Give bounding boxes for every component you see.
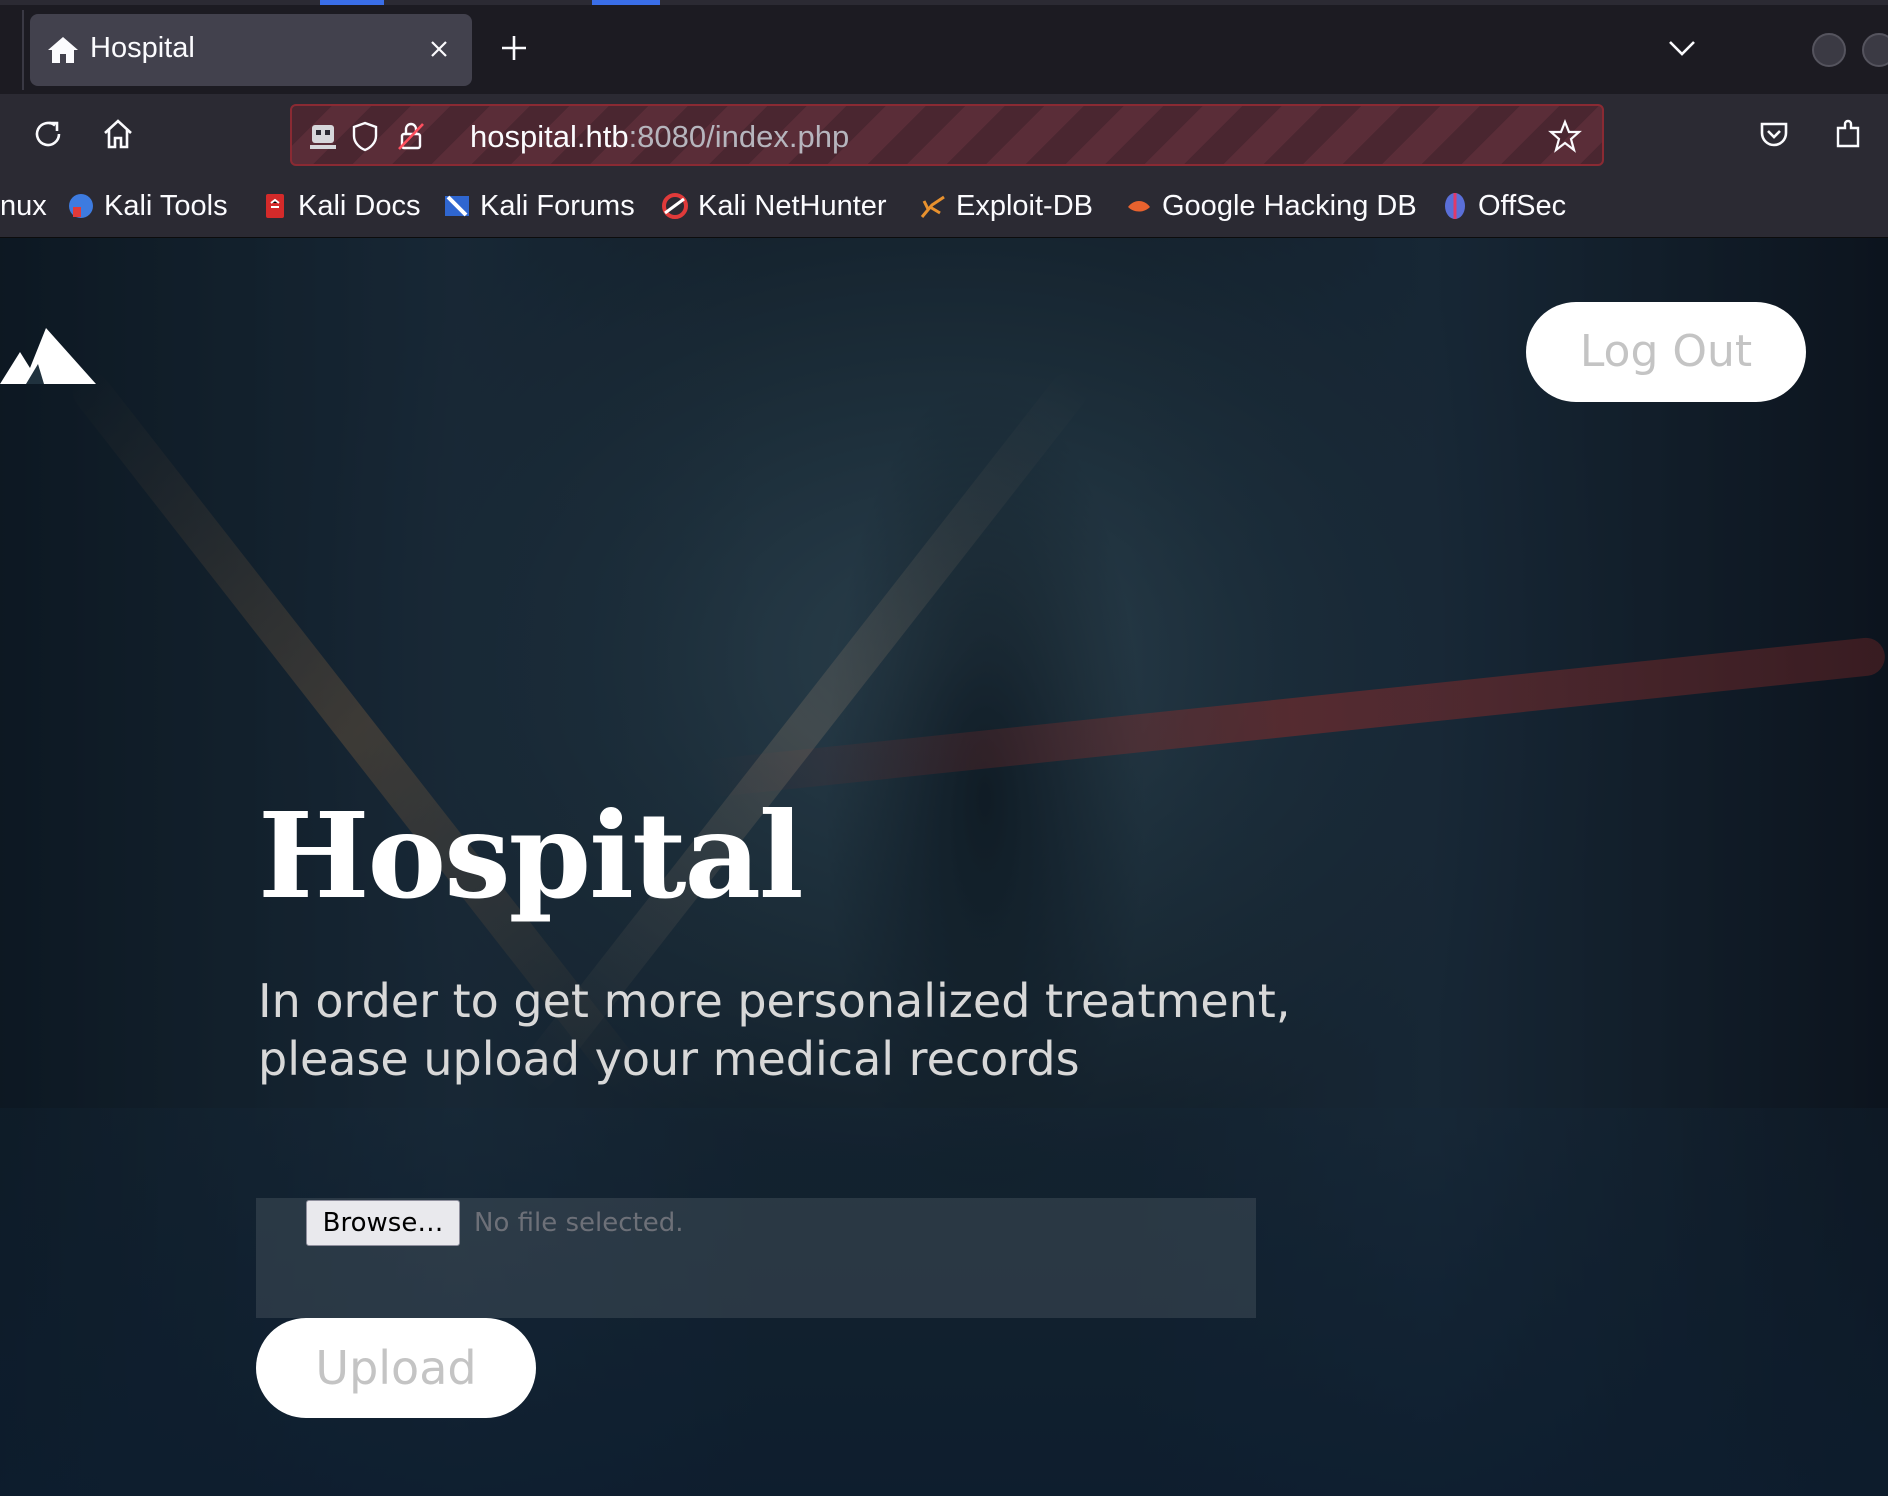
home-icon: [48, 37, 78, 63]
insecure-lock-icon[interactable]: [394, 119, 428, 153]
bookmark-offsec[interactable]: OffSec: [1440, 186, 1566, 226]
reload-icon[interactable]: [30, 116, 66, 152]
bookmark-google-hacking-db[interactable]: Google Hacking DB: [1124, 186, 1417, 226]
navigation-toolbar: hospital.htb:8080/index.php: [0, 94, 1888, 174]
exploit-db-icon: [920, 195, 945, 218]
window-minimize-button[interactable]: [1812, 33, 1846, 67]
tab-title: Hospital: [90, 32, 195, 64]
url-path: :8080/index.php: [628, 119, 850, 154]
bookmark-kali-docs[interactable]: Kali Docs: [260, 186, 421, 226]
extensions-icon[interactable]: [1830, 116, 1866, 152]
bookmark-kali-tools[interactable]: Kali Tools: [66, 186, 228, 226]
kali-docs-icon: [266, 194, 284, 218]
tab-strip: Hospital: [0, 0, 1888, 94]
shield-icon[interactable]: [348, 119, 382, 153]
window-maximize-button[interactable]: [1862, 33, 1888, 67]
browse-button[interactable]: Browse…: [306, 1200, 460, 1246]
close-tab-icon[interactable]: [422, 32, 456, 66]
bookmark-label: nux: [0, 189, 47, 222]
no-file-selected-text: No file selected.: [474, 1208, 684, 1238]
kali-forums-icon: [445, 195, 469, 217]
bookmark-exploit-db[interactable]: Exploit-DB: [918, 186, 1093, 226]
logout-button[interactable]: Log Out: [1526, 302, 1806, 402]
bookmark-label: Exploit-DB: [956, 189, 1093, 222]
bookmark-label: Kali Docs: [298, 189, 421, 222]
upload-button[interactable]: Upload: [256, 1318, 536, 1418]
bookmark-label: Kali Tools: [104, 189, 228, 222]
url-host: hospital.htb: [470, 119, 629, 154]
kali-tools-icon: [69, 194, 93, 218]
bookmark-kali-forums[interactable]: Kali Forums: [442, 186, 635, 226]
url-bar[interactable]: hospital.htb:8080/index.php: [290, 104, 1604, 166]
bookmarks-toolbar: nux Kali Tools Kali Docs Kali Forums Kal…: [0, 174, 1888, 238]
robot-icon: [310, 125, 336, 149]
star-icon[interactable]: [1548, 119, 1582, 153]
new-tab-icon[interactable]: [496, 30, 532, 66]
workspace-indicator: [592, 0, 660, 5]
bookmark-label: Google Hacking DB: [1162, 189, 1417, 222]
file-upload-field: Browse… No file selected.: [256, 1198, 1256, 1318]
url-text: hospital.htb:8080/index.php: [470, 119, 849, 155]
bookmark-label: Kali NetHunter: [698, 189, 887, 222]
mountain-logo-icon[interactable]: [0, 324, 96, 384]
page-subtitle: In order to get more personalized treatm…: [258, 974, 1291, 1086]
workspace-indicator: [320, 0, 384, 5]
bookmark-kali-linux[interactable]: nux: [0, 186, 47, 226]
kali-nethunter-icon: [662, 193, 688, 219]
bookmark-label: OffSec: [1478, 189, 1567, 222]
ghdb-icon: [1128, 201, 1150, 212]
chevron-down-icon[interactable]: [1664, 32, 1700, 64]
page-title: Hospital: [258, 786, 804, 925]
hospital-page: Log Out Hospital In order to get more pe…: [0, 238, 1888, 1496]
bookmark-kali-nethunter[interactable]: Kali NetHunter: [660, 186, 887, 226]
tab-hospital[interactable]: Hospital: [30, 14, 472, 86]
tab-strip-top-line: [0, 0, 1888, 5]
bookmark-label: Kali Forums: [480, 189, 635, 222]
home-icon[interactable]: [100, 116, 136, 152]
tab-strip-divider: [22, 10, 24, 90]
offsec-icon: [1445, 193, 1465, 219]
pocket-icon[interactable]: [1756, 116, 1792, 152]
